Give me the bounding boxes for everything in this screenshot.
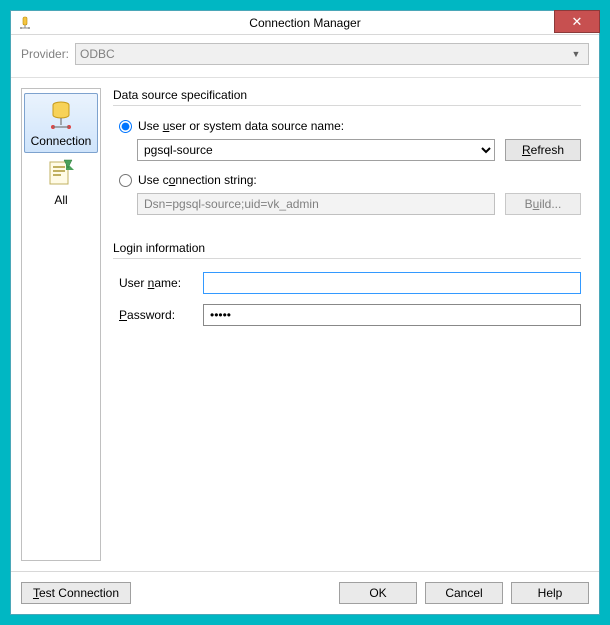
radio-dsn[interactable]: Use user or system data source name: <box>119 119 581 133</box>
ok-button[interactable]: OK <box>339 582 417 604</box>
test-connection-button[interactable]: Test Connection <box>21 582 131 604</box>
username-row: User name: <box>119 272 581 294</box>
build-button: Build... <box>505 193 581 215</box>
nav-label-connection: Connection <box>31 134 92 148</box>
dialog-footer: Test Connection OK Cancel Help <box>11 571 599 614</box>
username-label: User name: <box>119 276 195 290</box>
window-title: Connection Manager <box>11 16 599 30</box>
nav-label-all: All <box>54 193 67 207</box>
help-button[interactable]: Help <box>511 582 589 604</box>
content-panel: Data source specification Use user or sy… <box>105 88 589 561</box>
radio-dsn-label: Use user or system data source name: <box>138 119 344 133</box>
radio-conn-label: Use connection string: <box>138 173 257 187</box>
username-input[interactable] <box>203 272 581 294</box>
data-source-group: Data source specification Use user or sy… <box>113 88 581 227</box>
nav-item-connection[interactable]: Connection <box>24 93 98 153</box>
separator <box>113 258 581 259</box>
cancel-button[interactable]: Cancel <box>425 582 503 604</box>
connection-string-input: Dsn=pgsql-source;uid=vk_admin <box>137 193 495 215</box>
radio-conn-string[interactable]: Use connection string: <box>119 173 581 187</box>
provider-select: ODBC ▼ <box>75 43 589 65</box>
titlebar: Connection Manager ✕ <box>11 11 599 35</box>
password-label: Password: <box>119 308 195 322</box>
separator <box>113 105 581 106</box>
nav-item-all[interactable]: All <box>24 153 98 211</box>
provider-value: ODBC <box>80 47 115 61</box>
connection-icon <box>43 96 79 132</box>
refresh-button[interactable]: Refresh <box>505 139 581 161</box>
dialog-body: Connection All <box>11 78 599 571</box>
radio-dsn-input[interactable] <box>119 120 132 133</box>
dsn-line: pgsql-source Refresh <box>137 139 581 161</box>
conn-string-line: Dsn=pgsql-source;uid=vk_admin Build... <box>137 193 581 215</box>
provider-label: Provider: <box>21 47 69 61</box>
password-input[interactable] <box>203 304 581 326</box>
provider-row: Provider: ODBC ▼ <box>11 35 599 78</box>
radio-conn-input[interactable] <box>119 174 132 187</box>
category-nav: Connection All <box>21 88 101 561</box>
app-icon <box>17 15 33 31</box>
password-row: Password: <box>119 304 581 326</box>
connection-manager-window: Connection Manager ✕ Provider: ODBC ▼ <box>10 10 600 615</box>
chevron-down-icon: ▼ <box>568 49 584 59</box>
dsn-select[interactable]: pgsql-source <box>137 139 495 161</box>
all-icon <box>43 155 79 191</box>
login-group: Login information User name: Password: <box>113 241 581 336</box>
close-button[interactable]: ✕ <box>554 10 600 33</box>
close-icon: ✕ <box>572 14 583 30</box>
